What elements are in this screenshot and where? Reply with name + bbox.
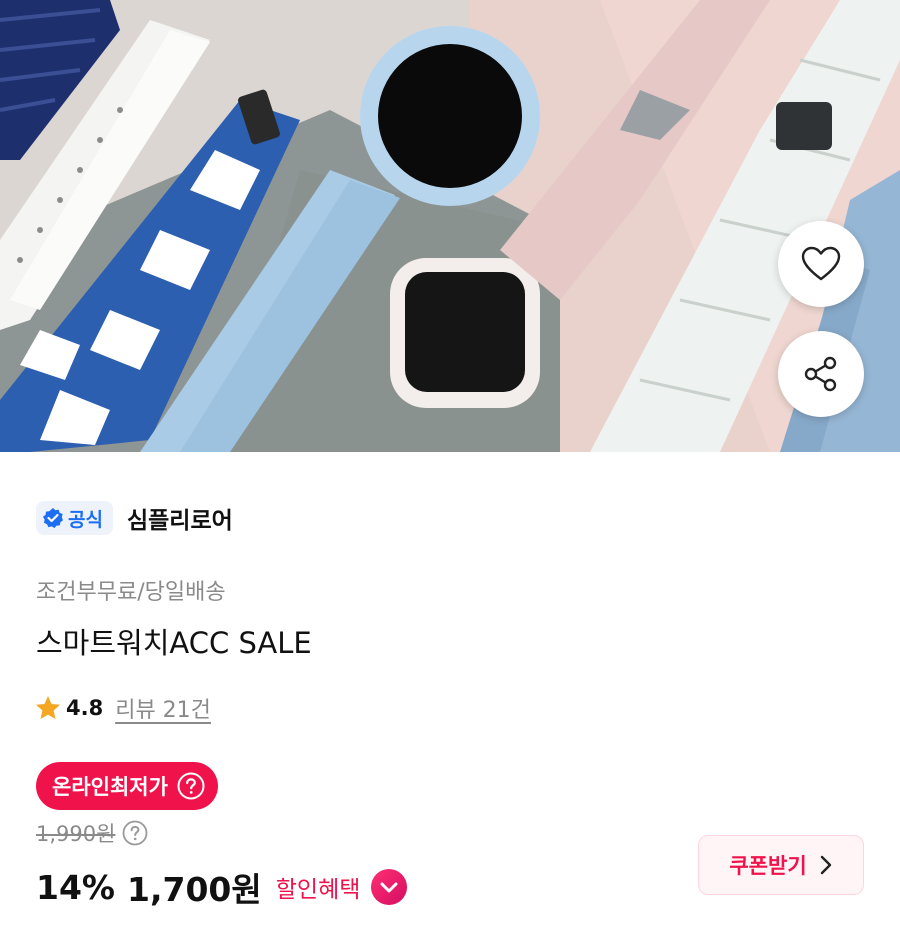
share-button[interactable] — [778, 331, 864, 417]
coupon-label: 쿠폰받기 — [729, 854, 807, 878]
sale-price: 1,700원 — [127, 870, 262, 909]
share-icon — [804, 356, 837, 392]
rating-row: 4.8 리뷰 21건 — [34, 690, 211, 726]
chevron-down-icon[interactable] — [370, 868, 408, 906]
original-price-row: 1,990원 — [36, 815, 149, 851]
lowest-price-badge[interactable]: 온라인최저가 — [36, 762, 218, 810]
star-icon — [36, 696, 60, 719]
heart-icon — [801, 246, 841, 281]
brand-name-link[interactable]: 심플리로어 — [127, 501, 233, 535]
coupon-button[interactable]: 쿠폰받기 — [698, 835, 864, 895]
discount-benefit-link[interactable]: 할인혜택 — [276, 870, 361, 904]
like-button[interactable] — [778, 221, 864, 307]
shipping-info: 조건부무료/당일배송 — [36, 580, 226, 605]
product-title: 스마트워치ACC SALE — [36, 626, 312, 660]
chevron-right-icon — [820, 855, 831, 875]
price-help-icon[interactable] — [121, 819, 149, 847]
official-badge: 공식 — [36, 501, 113, 535]
original-price: 1,990원 — [36, 822, 116, 846]
help-icon — [177, 772, 205, 800]
review-count-link[interactable]: 리뷰 21건 — [115, 692, 211, 724]
discount-rate: 14% — [36, 867, 115, 907]
sale-price-row: 14% 1,700원 할인혜택 — [36, 862, 408, 912]
product-image[interactable] — [0, 0, 900, 452]
lowest-price-label: 온라인최저가 — [52, 775, 168, 799]
verified-check-icon — [43, 508, 63, 528]
brand-row: 공식 심플리로어 — [36, 500, 233, 536]
rating-score: 4.8 — [66, 696, 104, 720]
product-photo — [0, 0, 900, 452]
official-label: 공식 — [68, 508, 103, 531]
